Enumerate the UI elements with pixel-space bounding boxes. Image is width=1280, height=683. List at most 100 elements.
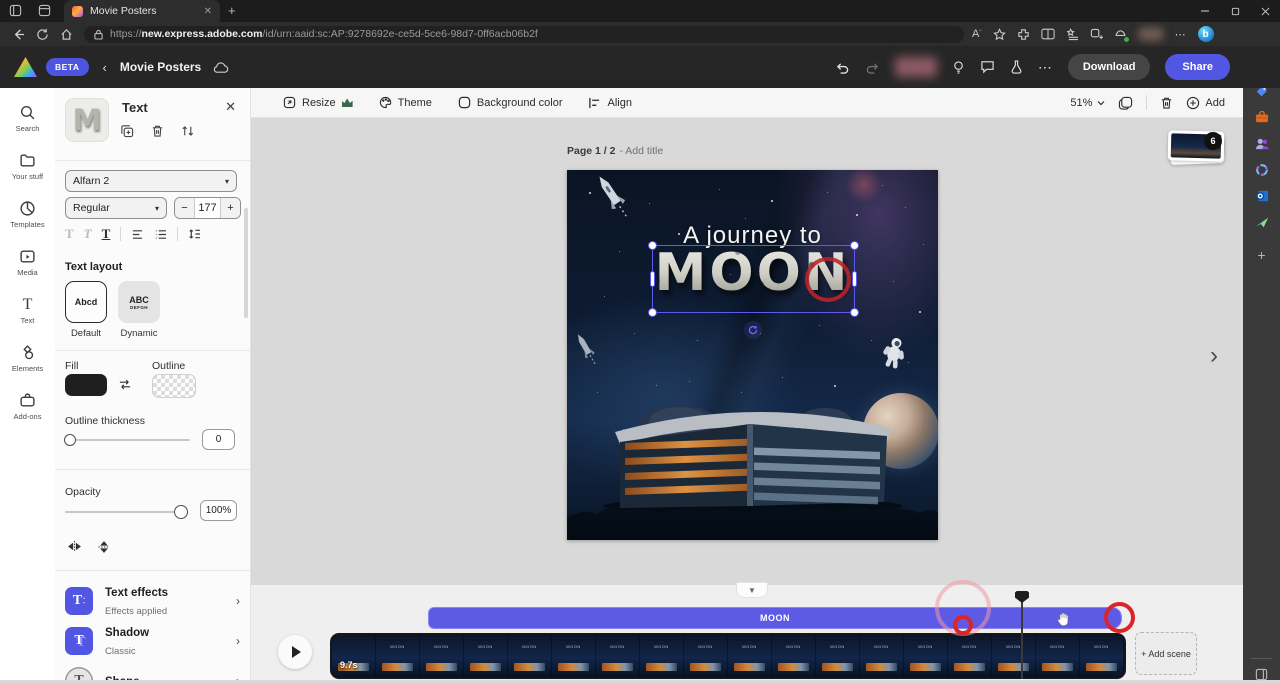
profile-avatar[interactable] bbox=[1138, 27, 1164, 41]
selection-handle-e[interactable] bbox=[852, 271, 857, 287]
window-minimize-button[interactable] bbox=[1190, 0, 1220, 22]
filmstrip-frame[interactable]: MOON bbox=[552, 635, 596, 677]
font-family-select[interactable]: Alfarn 2▾ bbox=[65, 170, 237, 192]
new-tab-button[interactable]: + bbox=[228, 3, 236, 19]
tab-close-icon[interactable]: ✕ bbox=[204, 6, 212, 17]
edge-add-icon[interactable]: + bbox=[1253, 246, 1270, 263]
cloud-sync-icon[interactable] bbox=[212, 61, 229, 74]
edge-tools-icon[interactable] bbox=[1253, 109, 1270, 126]
filmstrip-frame[interactable]: MOON bbox=[332, 635, 376, 677]
selection-handle-nw[interactable] bbox=[648, 241, 657, 250]
filmstrip[interactable]: 9.7s MOONMOONMOONMOONMOONMOONMOONMOONMOO… bbox=[330, 633, 1126, 679]
underline-button[interactable]: T bbox=[102, 226, 111, 242]
playhead-handle[interactable] bbox=[1015, 591, 1029, 603]
edge-panel-settings-icon[interactable] bbox=[1253, 666, 1270, 683]
delete-page-icon[interactable] bbox=[1160, 96, 1173, 110]
canvas-area[interactable]: Page 1 / 2- Add title bbox=[250, 117, 1243, 585]
share-button[interactable]: Share bbox=[1165, 54, 1230, 80]
opacity-knob[interactable] bbox=[174, 505, 188, 519]
sidebar-item-elements[interactable]: Elements bbox=[0, 344, 55, 373]
edge-people-icon[interactable] bbox=[1253, 135, 1270, 152]
edge-designer-icon[interactable] bbox=[1253, 161, 1270, 178]
add-scene-button[interactable]: + Add scene bbox=[1135, 632, 1197, 675]
bing-icon[interactable]: b bbox=[1198, 26, 1214, 42]
list-button[interactable] bbox=[154, 229, 167, 240]
filmstrip-frame[interactable]: MOON bbox=[640, 635, 684, 677]
filmstrip-frame[interactable]: MOON bbox=[508, 635, 552, 677]
sidebar-item-text[interactable]: T Text bbox=[0, 296, 55, 325]
beaker-icon[interactable] bbox=[1010, 60, 1023, 75]
delete-icon[interactable] bbox=[151, 124, 164, 138]
filmstrip-frame[interactable]: MOON bbox=[684, 635, 728, 677]
workspaces-icon[interactable] bbox=[9, 4, 23, 18]
adobe-express-logo[interactable] bbox=[14, 57, 37, 77]
opacity-value[interactable]: 100% bbox=[200, 500, 237, 521]
window-maximize-button[interactable] bbox=[1220, 0, 1250, 22]
filmstrip-frame[interactable]: MOON bbox=[1080, 635, 1124, 677]
filmstrip-frame[interactable]: MOON bbox=[464, 635, 508, 677]
text-clip-bar[interactable]: MOON bbox=[428, 607, 1122, 629]
home-button[interactable] bbox=[54, 25, 78, 43]
selection-handle-sw[interactable] bbox=[648, 308, 657, 317]
filmstrip-frame[interactable]: MOON bbox=[904, 635, 948, 677]
selection-handle-w[interactable] bbox=[650, 271, 655, 287]
sidebar-item-your-stuff[interactable]: Your stuff bbox=[0, 152, 55, 181]
layout-dynamic-button[interactable]: ABC DEFGH bbox=[118, 281, 160, 323]
selection-handle-se[interactable] bbox=[850, 308, 859, 317]
favorite-star-icon[interactable] bbox=[993, 28, 1006, 41]
sidebar-item-templates[interactable]: Templates bbox=[0, 200, 55, 229]
next-page-chevron[interactable]: › bbox=[1210, 342, 1218, 370]
redo-icon[interactable] bbox=[865, 61, 880, 74]
browser-essentials-icon[interactable] bbox=[1114, 28, 1127, 41]
align-button[interactable]: Align bbox=[588, 97, 631, 109]
duplicate-icon[interactable] bbox=[120, 124, 134, 138]
add-page-button[interactable]: Add bbox=[1186, 96, 1225, 110]
play-button[interactable] bbox=[278, 635, 312, 669]
outline-color-swatch[interactable] bbox=[152, 374, 196, 398]
filmstrip-frame[interactable]: MOON bbox=[860, 635, 904, 677]
filmstrip-frame[interactable]: MOON bbox=[992, 635, 1036, 677]
browser-menu-icon[interactable]: ⋯ bbox=[1175, 28, 1187, 41]
font-style-select[interactable]: Regular▾ bbox=[65, 197, 167, 219]
edge-outlook-icon[interactable] bbox=[1253, 187, 1270, 204]
selection-handle-ne[interactable] bbox=[850, 241, 859, 250]
flip-horizontal-icon[interactable] bbox=[67, 540, 82, 553]
tab-groups-icon[interactable] bbox=[1090, 28, 1103, 41]
arrange-layers-icon[interactable] bbox=[181, 124, 195, 138]
poster-canvas[interactable]: A journey to MOON bbox=[567, 170, 938, 540]
undo-icon[interactable] bbox=[835, 61, 850, 74]
back-chevron-icon[interactable]: ‹ bbox=[103, 60, 107, 75]
more-options-icon[interactable]: ⋯ bbox=[1038, 59, 1053, 76]
comment-icon[interactable] bbox=[980, 60, 995, 74]
timeline-collapse-button[interactable]: ▼ bbox=[736, 582, 768, 598]
font-size-value[interactable]: 177 bbox=[194, 198, 221, 218]
flip-vertical-icon[interactable] bbox=[97, 540, 111, 554]
font-size-decrease-button[interactable]: − bbox=[175, 198, 194, 218]
sidebar-item-media[interactable]: Media bbox=[0, 248, 55, 277]
rotate-handle[interactable] bbox=[744, 321, 762, 339]
download-button[interactable]: Download bbox=[1068, 54, 1151, 80]
filmstrip-frame[interactable]: MOON bbox=[816, 635, 860, 677]
filmstrip-frame[interactable]: MOON bbox=[596, 635, 640, 677]
read-aloud-icon[interactable]: Aᵕ bbox=[972, 28, 982, 40]
browser-tab[interactable]: Movie Posters ✕ bbox=[64, 0, 220, 22]
swap-fill-outline-icon[interactable] bbox=[118, 378, 132, 391]
playhead[interactable] bbox=[1021, 592, 1023, 679]
filmstrip-frame[interactable]: MOON bbox=[948, 635, 992, 677]
filmstrip-frame[interactable]: MOON bbox=[1036, 635, 1080, 677]
outline-thickness-slider[interactable] bbox=[65, 439, 190, 441]
filmstrip-frame[interactable]: MOON bbox=[772, 635, 816, 677]
edge-drop-icon[interactable] bbox=[1253, 213, 1270, 230]
outline-thickness-knob[interactable] bbox=[64, 434, 76, 446]
filmstrip-frame[interactable]: MOON bbox=[420, 635, 464, 677]
opacity-slider[interactable] bbox=[65, 511, 182, 513]
font-size-increase-button[interactable]: + bbox=[221, 198, 240, 218]
filmstrip-frame[interactable]: MOON bbox=[728, 635, 772, 677]
duplicate-page-icon[interactable] bbox=[1118, 96, 1133, 110]
outline-thickness-value[interactable]: 0 bbox=[202, 429, 235, 450]
window-close-button[interactable] bbox=[1250, 0, 1280, 22]
theme-button[interactable]: Theme bbox=[379, 96, 432, 109]
plan-badge[interactable] bbox=[895, 57, 937, 77]
zoom-control[interactable]: 51% bbox=[1070, 97, 1105, 109]
layout-default-button[interactable]: Abcd bbox=[65, 281, 107, 323]
